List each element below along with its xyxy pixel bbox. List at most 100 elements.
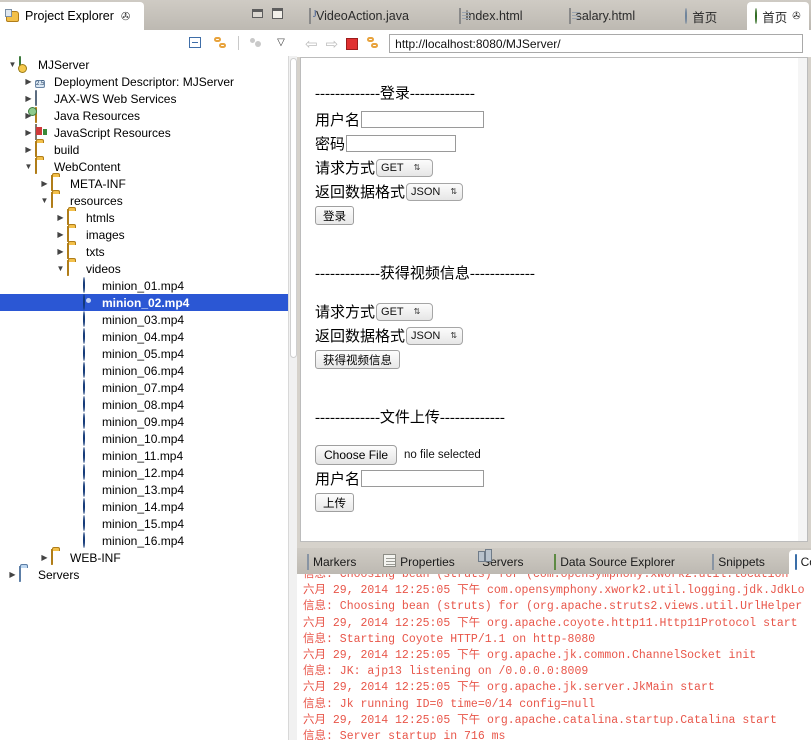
tree-item[interactable]: · minion_16.mp4 (0, 532, 288, 549)
editor-tab[interactable]: index.html (451, 2, 531, 30)
view-window-buttons (252, 8, 283, 19)
tree-item[interactable]: · minion_13.mp4 (0, 481, 288, 498)
project-tree-scrollbar-thumb[interactable] (290, 58, 297, 358)
back-icon[interactable]: ⇦ (305, 35, 318, 53)
login-password-input[interactable] (346, 135, 457, 152)
expand-arrow-closed-icon[interactable]: ▶ (6, 570, 19, 579)
expand-arrow-closed-icon[interactable]: ▶ (54, 213, 67, 222)
upload-username-input[interactable] (361, 470, 485, 487)
tree-indent-spacer: · (70, 519, 83, 528)
tree-item[interactable]: ▼ MJServer (0, 56, 288, 73)
tree-indent-spacer: · (70, 349, 83, 358)
video-method-select[interactable]: GET ⇅ (376, 302, 434, 321)
expand-arrow-closed-icon[interactable]: ▶ (22, 145, 35, 154)
tree-item[interactable]: ▶ Servers (0, 566, 288, 583)
stop-icon[interactable] (346, 37, 359, 50)
tree-item[interactable]: ▶ 2.5 Deployment Descriptor: MJServer (0, 73, 288, 90)
bottom-panel-tab[interactable]: Properties (377, 550, 461, 574)
collapse-all-icon[interactable] (188, 35, 204, 51)
choose-file-button[interactable]: Choose File (315, 445, 398, 465)
tree-item[interactable]: · minion_04.mp4 (0, 328, 288, 345)
console-output[interactable]: 信息: Choosing bean (struts) for (com.open… (297, 574, 811, 740)
bottom-panel-tab[interactable]: Markers (301, 550, 362, 574)
globe-icon (685, 8, 688, 24)
project-tree-scrollbar[interactable] (288, 56, 297, 740)
editor-tab[interactable]: VideoAction.java (301, 2, 417, 30)
upload-submit-button[interactable]: 上传 (315, 493, 354, 512)
tree-item[interactable]: ▶ Java Resources (0, 107, 288, 124)
tree-item[interactable]: · minion_15.mp4 (0, 515, 288, 532)
login-method-select[interactable]: GET ⇅ (376, 158, 434, 177)
view-menu-icon[interactable]: ▽ (273, 35, 289, 51)
tree-item[interactable]: ▶ JAX-WS Web Services (0, 90, 288, 107)
tree-item[interactable]: · minion_09.mp4 (0, 413, 288, 430)
project-tree[interactable]: ▼ MJServer ▶ 2.5 Deployment Descriptor: MJSe… (0, 56, 288, 740)
project-explorer-tabbar: Project Explorer ✇ (0, 0, 297, 30)
tree-item[interactable]: · minion_07.mp4 (0, 379, 288, 396)
tab-project-explorer[interactable]: Project Explorer ✇ (0, 2, 144, 30)
tree-item[interactable]: · minion_01.mp4 (0, 277, 288, 294)
tree-item-label: JAX-WS Web Services (54, 91, 177, 106)
bottom-panel-tab[interactable]: Cor (788, 550, 811, 574)
console-line: 六月 29, 2014 12:25:05 下午 com.opensymphony… (303, 584, 805, 598)
url-input[interactable]: http://localhost:8080/MJServer/ (389, 34, 803, 53)
forward-icon[interactable]: ⇨ (326, 35, 339, 53)
tree-item[interactable]: ▼ WebContent (0, 158, 288, 175)
tree-item[interactable]: · minion_10.mp4 (0, 430, 288, 447)
expand-arrow-closed-icon[interactable]: ▶ (22, 94, 35, 103)
video-format-select[interactable]: JSON ⇅ (406, 326, 464, 345)
video-submit-button[interactable]: 获得视频信息 (315, 350, 400, 369)
expand-arrow-closed-icon[interactable]: ▶ (22, 128, 35, 137)
login-format-select[interactable]: JSON ⇅ (406, 182, 464, 201)
editor-tab[interactable]: 首页 (677, 2, 725, 30)
close-icon[interactable]: ✇ (792, 11, 800, 22)
login-submit-button[interactable]: 登录 (315, 206, 354, 225)
tree-item[interactable]: ▶ images (0, 226, 288, 243)
tree-item[interactable]: · minion_05.mp4 (0, 345, 288, 362)
focus-on-active-task-icon[interactable] (248, 35, 264, 51)
tree-indent-spacer: · (70, 400, 83, 409)
tree-indent-spacer: · (70, 298, 83, 307)
tree-item[interactable]: · minion_11.mp4 (0, 447, 288, 464)
login-format-label: 返回数据格式 (315, 185, 406, 201)
tree-item[interactable]: · minion_06.mp4 (0, 362, 288, 379)
bottom-panel-tab[interactable]: Data Source Explorer (548, 550, 681, 574)
tree-item[interactable]: ▶ htmls (0, 209, 288, 226)
tree-item-selected[interactable]: · minion_02.mp4 (0, 294, 288, 311)
editor-tab[interactable]: 首页 ✇ (747, 2, 809, 30)
expand-arrow-closed-icon[interactable]: ▶ (54, 230, 67, 239)
link-with-editor-icon[interactable] (213, 35, 229, 51)
bottom-panel-tab[interactable]: Servers (472, 550, 529, 574)
tree-item[interactable]: ▶ WEB-INF (0, 549, 288, 566)
expand-arrow-open-icon[interactable]: ▼ (54, 264, 67, 273)
bottom-panel-tab[interactable]: Snippets (706, 550, 771, 574)
browser-content: -------------登录------------- 用户名 密码 请求方式… (300, 57, 808, 542)
close-icon[interactable]: ✇ (121, 10, 130, 23)
minimize-icon[interactable] (252, 9, 263, 18)
login-username-input[interactable] (361, 111, 485, 128)
tree-item[interactable]: ▶ txts (0, 243, 288, 260)
browser-scrollbar[interactable] (798, 58, 807, 541)
expand-arrow-open-icon[interactable]: ▼ (22, 162, 35, 171)
folder-icon (51, 192, 68, 208)
tree-item-label: minion_11.mp4 (102, 448, 184, 463)
tree-item-label: minion_13.mp4 (102, 482, 185, 497)
tree-item[interactable]: · minion_03.mp4 (0, 311, 288, 328)
editor-tab[interactable]: salary.html (561, 2, 644, 30)
tree-item[interactable]: ▼ videos (0, 260, 288, 277)
tree-item[interactable]: ▼ resources (0, 192, 288, 209)
refresh-icon[interactable] (366, 36, 381, 51)
tree-item[interactable]: ▶ META-INF (0, 175, 288, 192)
expand-arrow-open-icon[interactable]: ▼ (38, 196, 51, 205)
maximize-icon[interactable] (272, 8, 283, 19)
expand-arrow-closed-icon[interactable]: ▶ (38, 553, 51, 562)
tree-item[interactable]: · minion_12.mp4 (0, 464, 288, 481)
expand-arrow-closed-icon[interactable]: ▶ (54, 247, 67, 256)
tree-indent-spacer: · (70, 417, 83, 426)
tree-item[interactable]: · minion_14.mp4 (0, 498, 288, 515)
expand-arrow-closed-icon[interactable]: ▶ (38, 179, 51, 188)
expand-arrow-closed-icon[interactable]: ▶ (22, 77, 35, 86)
tree-item-label: Deployment Descriptor: MJServer (54, 74, 235, 89)
tree-item[interactable]: · minion_08.mp4 (0, 396, 288, 413)
